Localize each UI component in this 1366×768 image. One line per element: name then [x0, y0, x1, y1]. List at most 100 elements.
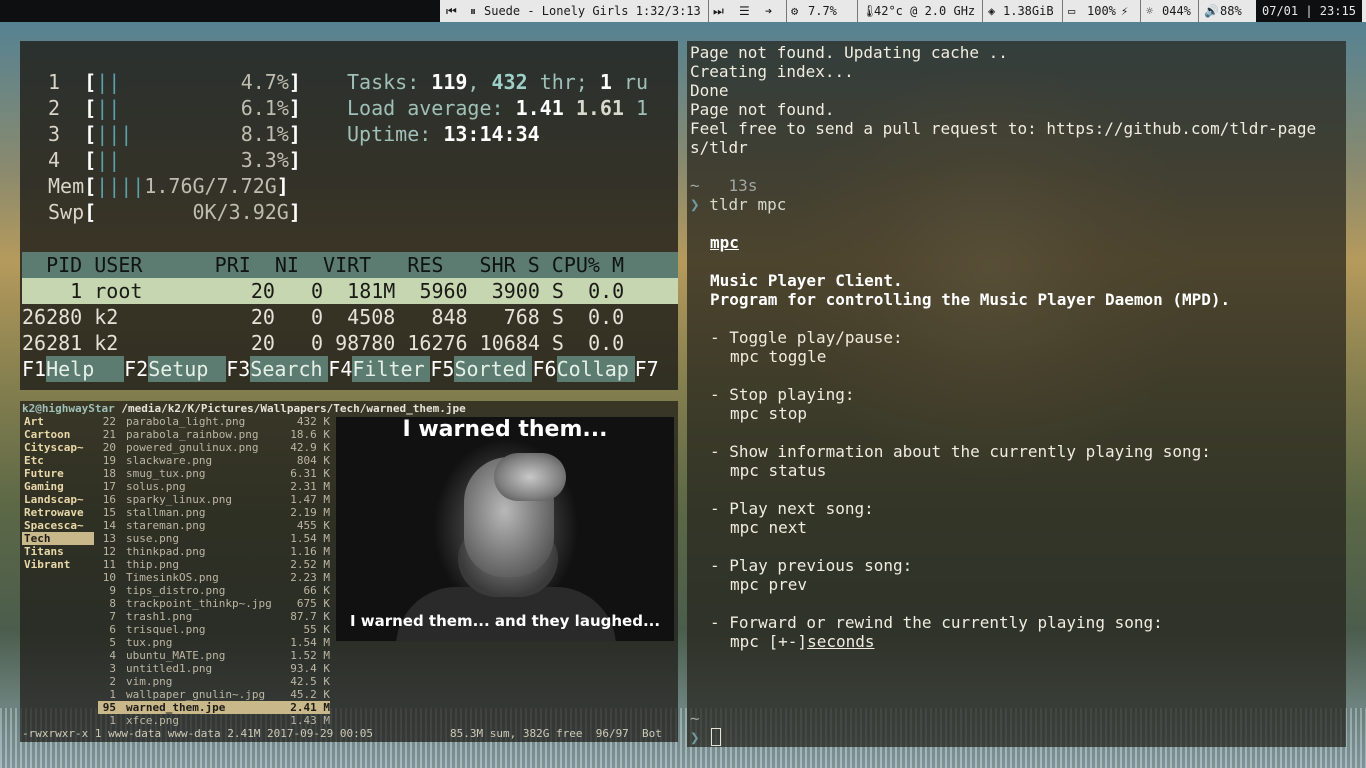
- terminal-pane[interactable]: Page not found. Updating cache .. Creati…: [687, 41, 1346, 747]
- dir-item[interactable]: Cartoon: [22, 428, 94, 441]
- dir-item[interactable]: Future: [22, 467, 94, 480]
- output-line[interactable]: s/tldr: [690, 138, 748, 157]
- sorted-button[interactable]: Sorted: [454, 356, 533, 382]
- dir-item[interactable]: Landscap~: [22, 493, 94, 506]
- file-item[interactable]: powered_gnulinux.png 42.9 K: [98, 441, 330, 454]
- swap-meter: Swp[ 0K/3.92G]: [48, 200, 301, 224]
- now-playing[interactable]: Suede - Lonely Girls 1:32/3:13: [484, 0, 701, 22]
- arrow-right-icon[interactable]: ➔: [765, 0, 772, 22]
- preview-caption-bottom: I warned them... and they laughed...: [349, 612, 661, 630]
- ranger-pane[interactable]: k2@highwayStar /media/k2/K/Pictures/Wall…: [20, 401, 678, 742]
- tldr-entry-desc: - Forward or rewind the currently playin…: [710, 613, 1163, 632]
- file-item[interactable]: 8 trackpoint_thinkp~.jpg 675 K: [98, 597, 330, 610]
- dir-item[interactable]: Gaming: [22, 480, 94, 493]
- next-track-icon[interactable]: ⏭: [713, 0, 724, 22]
- prev-track-icon[interactable]: ⏮: [446, 0, 457, 22]
- separator: [1140, 0, 1141, 22]
- file-size: 2.52 M: [290, 558, 330, 571]
- process-row[interactable]: 26281 k2 20 0 98780 16276 10684 S 0.0: [22, 330, 678, 356]
- file-name: tux.png: [126, 636, 173, 649]
- file-item[interactable]: 7 trash1.png 87.7 K: [98, 610, 330, 623]
- file-item[interactable]: solus.png 2.31 M: [98, 480, 330, 493]
- file-size: 675 K: [296, 597, 330, 610]
- file-item[interactable]: smug_tux.png 6.31 K: [98, 467, 330, 480]
- f4-key[interactable]: F4: [328, 357, 352, 381]
- file-item-selected[interactable]: 95 warned_them.jpe 2.41 M: [98, 701, 330, 714]
- htop-pane[interactable]: 1 [|| 4.7%] 2 [|| 6.1%] 3 [||| 8.1%] 4 […: [20, 41, 678, 390]
- dir-count: 16: [102, 493, 116, 506]
- file-index: 9: [109, 584, 116, 597]
- dir-item[interactable]: Cityscap~: [22, 441, 94, 454]
- terminal-cursor[interactable]: [711, 728, 721, 746]
- uptime: Uptime: 13:14:34: [347, 122, 540, 146]
- file-name: tips_distro.png: [126, 584, 226, 597]
- process-table-header[interactable]: PID USER PRI NI VIRT RES SHR S CPU% M: [22, 252, 678, 278]
- process-row[interactable]: 1 root 20 0 181M 5960 3900 S 0.0: [22, 278, 678, 304]
- file-item[interactable]: 2 vim.png 42.5 K: [98, 675, 330, 688]
- output-line[interactable]: Feel free to send a pull request to: htt…: [690, 119, 1316, 138]
- f5-key[interactable]: F5: [430, 357, 454, 381]
- file-index: 6: [109, 623, 116, 636]
- file-size: 1.54 M: [290, 532, 330, 545]
- dir-item[interactable]: Etc: [22, 454, 94, 467]
- dir-count-column: 22 21 20 19 18 17 16 15 14 13 12 11: [94, 415, 116, 571]
- search-button[interactable]: Search: [250, 356, 329, 382]
- dir-count: 17: [102, 480, 116, 493]
- f3-key[interactable]: F3: [226, 357, 250, 381]
- process-row[interactable]: 26280 k2 20 0 4508 848 768 S 0.0: [22, 304, 678, 330]
- file-name: parabola_light.png: [126, 415, 246, 428]
- dir-item[interactable]: Art: [22, 415, 94, 428]
- f2-key[interactable]: F2: [124, 357, 148, 381]
- file-item[interactable]: 3 untitled1.png 93.4 K: [98, 662, 330, 675]
- dir-item[interactable]: Retrowave: [22, 506, 94, 519]
- separator: [708, 0, 709, 22]
- filter-button[interactable]: Filter: [352, 356, 431, 382]
- file-index: 7: [109, 610, 116, 623]
- file-item[interactable]: sparky_linux.png 1.47 M: [98, 493, 330, 506]
- dir-item-current[interactable]: Tech: [22, 532, 94, 545]
- file-item[interactable]: suse.png 1.54 M: [98, 532, 330, 545]
- file-item[interactable]: 1 xfce.png 1.43 M: [98, 714, 330, 727]
- volume-level[interactable]: 88%: [1220, 0, 1242, 22]
- file-item[interactable]: thip.png 2.52 M: [98, 558, 330, 571]
- file-size: 93.4 K: [290, 662, 330, 675]
- input-prompt[interactable]: ❯: [690, 728, 700, 747]
- dir-item[interactable]: Titans: [22, 545, 94, 558]
- f6-key[interactable]: F6: [532, 357, 556, 381]
- file-item[interactable]: stareman.png 455 K: [98, 519, 330, 532]
- file-item[interactable]: 1 wallpaper_gnulin~.jpg 45.2 K: [98, 688, 330, 701]
- dir-item[interactable]: Spacesca~: [22, 519, 94, 532]
- setup-button[interactable]: Setup: [148, 356, 227, 382]
- file-item[interactable]: 9 tips_distro.png 66 K: [98, 584, 330, 597]
- tldr-entry-desc: - Play previous song:: [710, 556, 913, 575]
- file-name: xfce.png: [126, 714, 179, 727]
- file-name: slackware.png: [126, 454, 213, 467]
- separator: [1198, 0, 1199, 22]
- playlist-icon[interactable]: ☰: [739, 0, 750, 22]
- file-item[interactable]: parabola_light.png 432 K: [98, 415, 330, 428]
- separator: [786, 0, 787, 22]
- function-key-bar: F1Help F2Setup F3Search F4Filter F5Sorted F…: [22, 356, 678, 382]
- file-item[interactable]: thinkpad.png 1.16 M: [98, 545, 330, 558]
- f1-key[interactable]: F1: [22, 357, 46, 381]
- help-button[interactable]: Help: [46, 356, 125, 382]
- file-size: 1.54 M: [290, 636, 330, 649]
- f7-key[interactable]: F7: [635, 357, 659, 381]
- command-line: ❯ tldr mpc: [690, 195, 787, 214]
- preview-caption-top: I warned them...: [402, 417, 608, 442]
- file-index: 4: [109, 649, 116, 662]
- file-item[interactable]: 10 TimesinkOS.png 2.23 M: [98, 571, 330, 584]
- dir-item[interactable]: Vibrant: [22, 558, 94, 571]
- file-size: 42.5 K: [290, 675, 330, 688]
- file-size: 45.2 K: [290, 688, 330, 701]
- file-item[interactable]: parabola_rainbow.png 18.6 K: [98, 428, 330, 441]
- collapse-button[interactable]: Collap: [556, 356, 635, 382]
- file-item[interactable]: stallman.png 2.19 M: [98, 506, 330, 519]
- file-item[interactable]: 5 tux.png 1.54 M: [98, 636, 330, 649]
- file-item[interactable]: 6 trisquel.png 55 K: [98, 623, 330, 636]
- volume-icon[interactable]: 🔊: [1204, 0, 1219, 22]
- file-item[interactable]: 4 ubuntu_MATE.png 1.52 M: [98, 649, 330, 662]
- file-item[interactable]: slackware.png 804 K: [98, 454, 330, 467]
- cpu-meter-1: 1 [|| 4.7%]: [48, 70, 301, 94]
- pause-icon[interactable]: ⏸: [470, 0, 476, 22]
